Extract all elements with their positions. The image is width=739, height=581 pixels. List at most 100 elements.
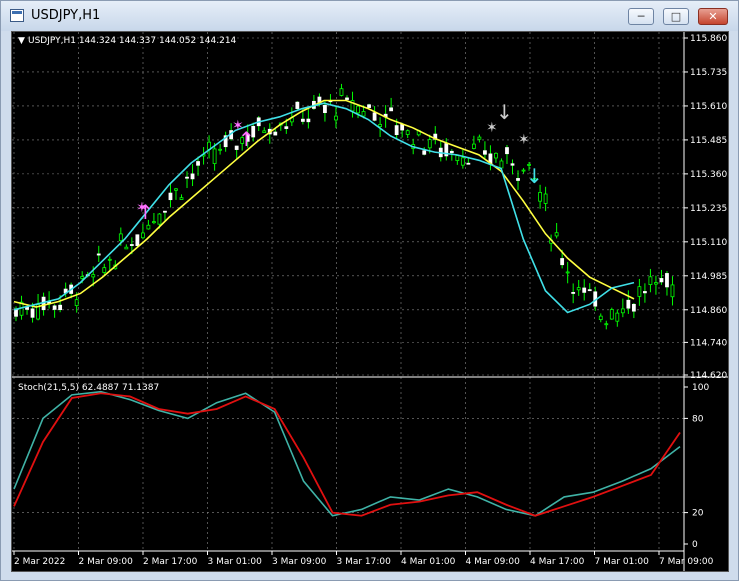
candle-body xyxy=(494,152,498,159)
candle-body xyxy=(196,161,200,166)
signal-arrow-icon: ↓ xyxy=(496,100,513,124)
time-label: 7 Mar 01:00 xyxy=(595,557,650,567)
candle-body xyxy=(107,258,112,261)
time-label: 4 Mar 09:00 xyxy=(466,557,521,567)
candle-body xyxy=(554,232,559,237)
candle-body xyxy=(455,155,460,161)
price-label: 114.740 xyxy=(690,338,727,348)
candle-body xyxy=(58,304,63,311)
candle-body xyxy=(670,284,675,298)
time-label: 2 Mar 17:00 xyxy=(143,557,198,567)
candle-body xyxy=(135,234,140,246)
close-icon: ✕ xyxy=(708,10,718,23)
candle-body xyxy=(91,274,96,278)
candle-body xyxy=(372,112,377,121)
candle-body xyxy=(499,160,504,169)
candle-body xyxy=(262,130,267,134)
candle-body xyxy=(598,315,603,320)
candle-body xyxy=(460,157,465,166)
time-label: 4 Mar 01:00 xyxy=(401,557,456,567)
signal-arrow-icon: ↑ xyxy=(137,200,154,224)
candle-body xyxy=(389,107,394,112)
candle-body xyxy=(367,104,371,108)
chart-canvas[interactable]: ✶✶ ✶✶↑↑↓↓ 115.860115.735115.610115.485115… xyxy=(12,32,728,571)
candle-body xyxy=(615,312,620,322)
candle-body xyxy=(505,147,509,155)
signal-star-icon: ✶ xyxy=(518,132,530,148)
maximize-icon: □ xyxy=(670,10,682,23)
candle-body xyxy=(466,162,471,165)
candle-body xyxy=(659,278,664,283)
maximize-button[interactable]: □ xyxy=(663,8,689,25)
candle-body xyxy=(140,232,145,239)
candle-body xyxy=(471,143,476,149)
candle-body xyxy=(582,287,587,293)
window-title: USDJPY,H1 xyxy=(31,8,101,23)
symbol-dropdown-icon[interactable]: ▼ xyxy=(18,36,25,46)
candle-body xyxy=(394,125,399,136)
candle-body xyxy=(146,224,151,230)
stoch-level-label: 100 xyxy=(692,383,709,393)
candle-body xyxy=(521,169,526,172)
candle-body xyxy=(174,188,178,191)
candle-body xyxy=(427,139,432,149)
candle-body xyxy=(643,291,647,294)
stoch-level-label: 20 xyxy=(692,509,704,519)
candle-body xyxy=(157,213,162,225)
candle-body xyxy=(648,276,653,285)
signal-arrow-icon: ↑ xyxy=(238,127,255,151)
candle-body xyxy=(400,123,405,131)
price-label: 115.610 xyxy=(690,102,727,112)
candle-body xyxy=(300,118,305,122)
stoch-main-line xyxy=(13,390,681,517)
candle-body xyxy=(510,163,515,166)
title-bar[interactable]: USDJPY,H1 ─ □ ✕ xyxy=(1,1,738,31)
price-label: 114.860 xyxy=(690,306,727,316)
candle-body xyxy=(665,273,669,288)
candle-body xyxy=(129,244,134,246)
candle-body xyxy=(118,233,123,242)
candle-body xyxy=(356,105,360,114)
time-label: 7 Mar 09:00 xyxy=(659,557,714,567)
candle-body xyxy=(179,197,184,200)
minimize-button[interactable]: ─ xyxy=(628,8,654,25)
candle-body xyxy=(74,299,79,306)
candle-body xyxy=(637,286,642,297)
candle-body xyxy=(538,192,542,202)
candle-body xyxy=(284,126,289,129)
candle-body xyxy=(102,267,107,273)
candle-body xyxy=(52,305,57,310)
stoch-level-label: 0 xyxy=(692,540,698,550)
candle-body xyxy=(543,193,548,204)
candle-body xyxy=(571,292,576,294)
close-button[interactable]: ✕ xyxy=(698,8,728,25)
candle-body xyxy=(323,104,327,114)
candle-body xyxy=(576,287,581,291)
candle-body xyxy=(185,176,189,179)
candle-body xyxy=(405,130,410,135)
candle-body xyxy=(620,308,625,314)
stoch-scale: 100 80 20 0 xyxy=(684,383,709,550)
candle-body xyxy=(565,271,570,274)
price-scale: 115.860 115.735 115.610 115.485 115.360 115.2… xyxy=(684,34,727,381)
chart-window-icon xyxy=(10,9,24,22)
candle-body xyxy=(345,97,349,100)
price-label: 115.485 xyxy=(690,136,727,146)
candle-body xyxy=(339,88,344,96)
candle-body xyxy=(295,101,300,109)
stoch-level-label: 80 xyxy=(692,414,704,424)
price-label: 115.235 xyxy=(690,204,727,214)
time-scale: 2 Mar 2022 2 Mar 09:00 2 Mar 17:00 3 Mar 01… xyxy=(13,551,714,567)
stoch-signal-line xyxy=(13,392,681,517)
candles xyxy=(14,83,675,330)
terminal-window: USDJPY,H1 ─ □ ✕ ✶ ✶ ✶ ✶ ↑ ↑ ↓ ↓ 115.860 115.735 1… xyxy=(0,0,739,581)
price-label: 115.860 xyxy=(690,34,727,44)
main-chart-header: USDJPY,H1 144.324 144.337 144.052 144.21… xyxy=(28,36,237,46)
candle-body xyxy=(168,192,173,201)
chart-area[interactable]: ✶ ✶ ✶ ✶ ↑ ↑ ↓ ↓ 115.860 115.735 115.610 115.485 115… xyxy=(11,31,729,572)
time-label: 2 Mar 09:00 xyxy=(79,557,134,567)
candle-body xyxy=(609,309,614,320)
time-label: 3 Mar 09:00 xyxy=(272,557,327,567)
candle-body xyxy=(483,150,487,155)
candle-body xyxy=(361,111,366,117)
